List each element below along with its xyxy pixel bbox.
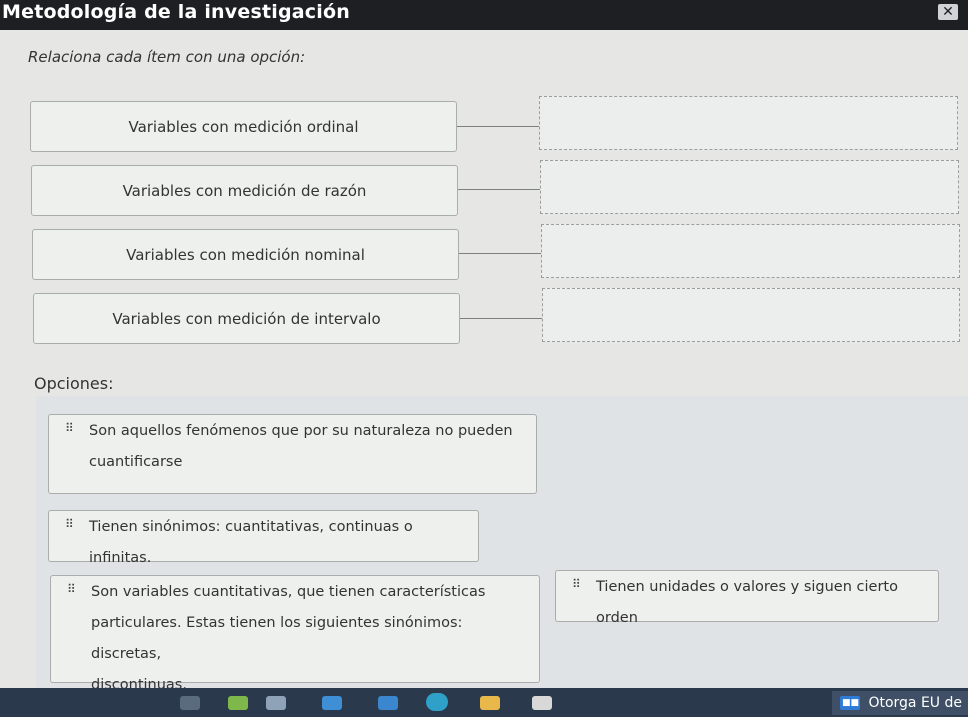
connector-line bbox=[458, 189, 540, 190]
taskbar-app-icon[interactable] bbox=[180, 696, 200, 710]
connector-line bbox=[460, 318, 542, 319]
drop-zone-intervalo[interactable] bbox=[542, 288, 960, 342]
drop-zone-razon[interactable] bbox=[540, 160, 959, 214]
options-heading: Opciones: bbox=[34, 374, 114, 393]
draggable-option[interactable]: ⠿ Tienen unidades o valores y siguen cie… bbox=[555, 570, 939, 626]
folder-icon[interactable] bbox=[480, 696, 500, 710]
news-icon: ■■ bbox=[840, 696, 861, 710]
draggable-option[interactable]: ⠿ Son variables cuantitativas, que tiene… bbox=[50, 575, 540, 693]
match-item-ordinal: Variables con medición ordinal bbox=[30, 101, 457, 152]
option-text: particulares. Estas tienen los siguiente… bbox=[91, 615, 463, 662]
taskbar-app-icon[interactable] bbox=[322, 696, 342, 710]
match-item-label: Variables con medición ordinal bbox=[128, 117, 359, 136]
activity-panel: Relaciona cada ítem con una opción: Vari… bbox=[0, 30, 968, 693]
drop-zone-nominal[interactable] bbox=[541, 224, 960, 278]
title-bar: Metodología de la investigación ✕ bbox=[0, 0, 968, 30]
match-item-label: Variables con medición de intervalo bbox=[112, 309, 381, 328]
notification-toast[interactable]: ■■ Otorga EU de bbox=[832, 691, 968, 715]
window-title: Metodología de la investigación bbox=[2, 1, 350, 23]
drag-handle-icon[interactable]: ⠿ bbox=[65, 422, 74, 434]
notification-text: Otorga EU de bbox=[868, 695, 962, 711]
draggable-option[interactable]: ⠿ Tienen sinónimos: cuantitativas, conti… bbox=[48, 510, 479, 566]
drag-handle-icon[interactable]: ⠿ bbox=[572, 578, 581, 590]
drop-zone-ordinal[interactable] bbox=[539, 96, 958, 150]
drag-handle-icon[interactable]: ⠿ bbox=[65, 518, 74, 530]
store-icon[interactable] bbox=[532, 696, 552, 710]
match-item-label: Variables con medición nominal bbox=[126, 245, 365, 264]
match-item-label: Variables con medición de razón bbox=[122, 181, 367, 200]
taskbar: ■■ Otorga EU de bbox=[0, 688, 968, 717]
taskbar-app-icon[interactable] bbox=[378, 696, 398, 710]
connector-line bbox=[457, 126, 539, 127]
option-text: Son aquellos fenómenos que por su natura… bbox=[89, 423, 513, 439]
close-icon[interactable]: ✕ bbox=[938, 4, 958, 20]
draggable-option[interactable]: ⠿ Son aquellos fenómenos que por su natu… bbox=[48, 414, 537, 494]
connector-line bbox=[459, 253, 541, 254]
taskbar-app-icon[interactable] bbox=[266, 696, 286, 710]
match-item-razon: Variables con medición de razón bbox=[31, 165, 458, 216]
match-item-nominal: Variables con medición nominal bbox=[32, 229, 459, 280]
instructions-text: Relaciona cada ítem con una opción: bbox=[28, 48, 306, 66]
option-text: Tienen sinónimos: cuantitativas, continu… bbox=[89, 519, 413, 566]
taskbar-app-icon[interactable] bbox=[228, 696, 248, 710]
option-text: Son variables cuantitativas, que tienen … bbox=[91, 584, 486, 600]
option-text: Tienen unidades o valores y siguen ciert… bbox=[596, 579, 898, 626]
browser-icon[interactable] bbox=[426, 693, 448, 711]
option-text: cuantificarse bbox=[89, 454, 183, 470]
match-item-intervalo: Variables con medición de intervalo bbox=[33, 293, 460, 344]
drag-handle-icon[interactable]: ⠿ bbox=[67, 583, 76, 595]
